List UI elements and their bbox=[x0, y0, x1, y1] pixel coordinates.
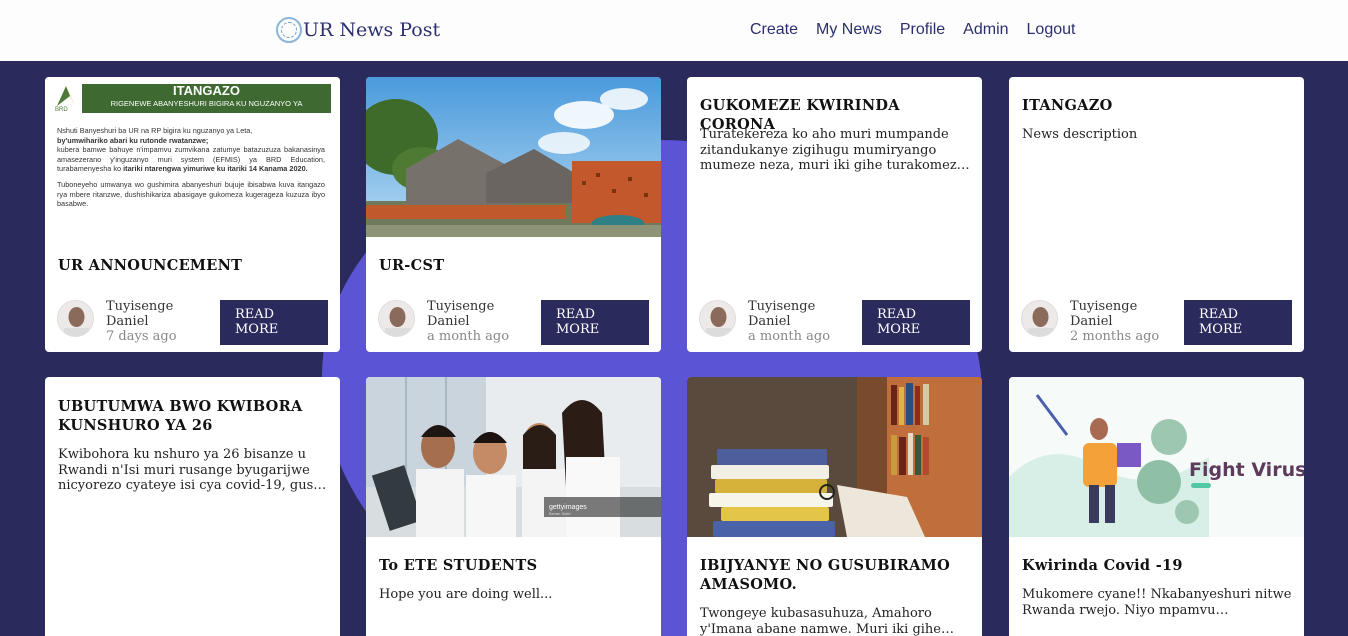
brd-logo-text: BRD bbox=[55, 107, 68, 113]
news-card[interactable]: BRD ITANGAZO RIGENEWE ABANYESHURI BIGIRA… bbox=[45, 77, 340, 352]
author-name: Tuyisenge Daniel bbox=[427, 299, 495, 329]
card-title[interactable]: UBUTUMWA BWO KWIBORA KUNSHURO YA 26 bbox=[58, 397, 328, 435]
post-time: 2 months ago bbox=[1070, 329, 1160, 344]
author-name: Tuyisenge Daniel bbox=[1070, 299, 1138, 329]
avatar bbox=[1021, 300, 1058, 337]
card-title[interactable]: Kwirinda Covid -19 bbox=[1022, 556, 1292, 575]
card-title[interactable]: UR-CST bbox=[379, 256, 649, 275]
card-description: Mukomere cyane!! Nkabanyeshuri nitwe Rwa… bbox=[1022, 587, 1292, 618]
nav-my-news[interactable]: My News bbox=[816, 21, 882, 39]
read-more-button[interactable]: READ MORE bbox=[1184, 300, 1292, 345]
card-title[interactable]: ITANGAZO bbox=[1022, 96, 1292, 115]
navbar: UR News Post Create My News Profile Admi… bbox=[0, 0, 1348, 61]
author-name: Tuyisenge Daniel bbox=[748, 299, 816, 329]
nav-create[interactable]: Create bbox=[750, 21, 798, 39]
read-more-button[interactable]: READ MORE bbox=[541, 300, 649, 345]
card-author: Tuyisenge Daniel a month ago bbox=[699, 299, 838, 344]
author-name: Tuyisenge Daniel bbox=[106, 299, 174, 329]
announcement-image: BRD ITANGAZO RIGENEWE ABANYESHURI BIGIRA… bbox=[45, 77, 340, 237]
card-author: Tuyisenge Daniel 2 months ago bbox=[1021, 299, 1160, 344]
news-card[interactable]: GUKOMEZE KWIRINDA CORONA Turatekereza ko… bbox=[687, 77, 982, 352]
card-author: Tuyisenge Daniel a month ago bbox=[378, 299, 517, 344]
card-description: News description bbox=[1022, 127, 1138, 142]
ur-logo-icon bbox=[276, 17, 302, 43]
post-time: a month ago bbox=[427, 329, 510, 344]
news-card[interactable]: UR-CST Tuyisenge Daniel a month ago READ… bbox=[366, 77, 661, 352]
students-image: gettyimages Bevan Sotiri bbox=[366, 377, 661, 537]
post-time: a month ago bbox=[748, 329, 831, 344]
nav-admin[interactable]: Admin bbox=[963, 21, 1008, 39]
nav-profile[interactable]: Profile bbox=[900, 21, 945, 39]
brd-logo-icon bbox=[57, 86, 75, 106]
read-more-button[interactable]: READ MORE bbox=[862, 300, 970, 345]
news-card[interactable]: Fight Virus Kwirinda Covid -19 Mukomere … bbox=[1009, 377, 1304, 636]
news-card[interactable]: ITANGAZO News description Tuyisenge Dani… bbox=[1009, 77, 1304, 352]
announcement-text: Nshuti Banyeshuri ba UR na RP bigira ku … bbox=[57, 126, 325, 209]
avatar bbox=[378, 300, 415, 337]
card-title[interactable]: UR ANNOUNCEMENT bbox=[58, 256, 328, 275]
card-description: Kwibohora ku nshuro ya 26 bisanze u Rwan… bbox=[58, 447, 322, 493]
avatar bbox=[699, 300, 736, 337]
card-description: Hope you are doing well... bbox=[379, 587, 553, 602]
card-author: Tuyisenge Daniel 7 days ago bbox=[57, 299, 196, 344]
brand-name: UR News Post bbox=[303, 19, 441, 41]
svg-text:Bevan Sotiri: Bevan Sotiri bbox=[549, 511, 571, 516]
ur-cst-building-image bbox=[366, 77, 661, 237]
announcement-banner: ITANGAZO RIGENEWE ABANYESHURI BIGIRA KU … bbox=[82, 84, 331, 113]
card-title[interactable]: IBIJYANYE NO GUSUBIRAMO AMASOMO. bbox=[700, 556, 970, 594]
card-title[interactable]: To ETE STUDENTS bbox=[379, 556, 649, 575]
card-description: Turatekereza ko aho muri mumpande zitand… bbox=[700, 127, 965, 173]
svg-text:gettyimages: gettyimages bbox=[549, 504, 587, 511]
news-card[interactable]: UBUTUMWA BWO KWIBORA KUNSHURO YA 26 Kwib… bbox=[45, 377, 340, 636]
read-more-button[interactable]: READ MORE bbox=[220, 300, 328, 345]
books-image bbox=[687, 377, 982, 537]
fight-virus-image: Fight Virus bbox=[1009, 377, 1304, 537]
nav-logout[interactable]: Logout bbox=[1027, 21, 1076, 39]
news-card[interactable]: gettyimages Bevan Sotiri To ETE STUDENTS… bbox=[366, 377, 661, 636]
nav-links: Create My News Profile Admin Logout bbox=[750, 21, 1093, 39]
post-time: 7 days ago bbox=[106, 329, 177, 344]
fight-virus-caption: Fight Virus bbox=[1189, 459, 1304, 481]
avatar bbox=[57, 300, 94, 337]
card-description: Twongeye kubasasuhuza, Amahoro y'Imana a… bbox=[700, 606, 942, 636]
brand[interactable]: UR News Post bbox=[276, 17, 440, 43]
news-card[interactable]: IBIJYANYE NO GUSUBIRAMO AMASOMO. Twongey… bbox=[687, 377, 982, 636]
